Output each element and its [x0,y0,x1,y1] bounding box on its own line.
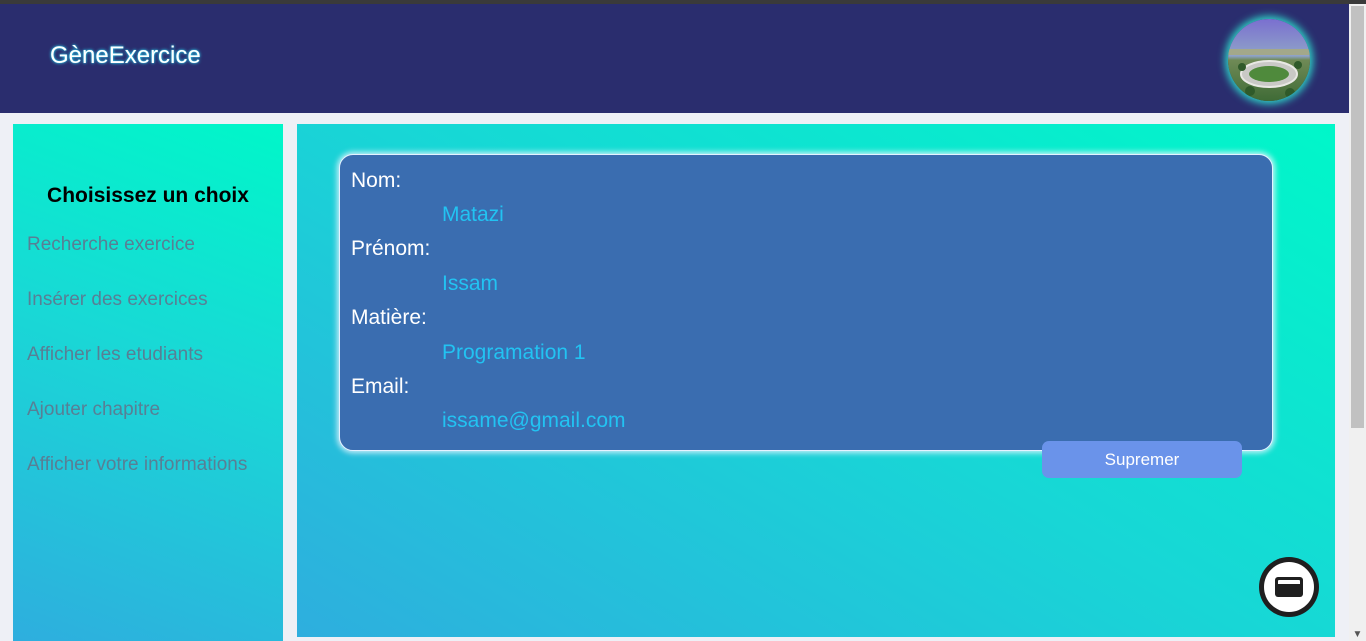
sidebar-item-inserer-exercices[interactable]: Insérer des exercices [27,289,208,311]
delete-button[interactable]: Supremer [1042,441,1242,478]
mail-icon [1275,577,1303,597]
field-value-matiere: Programation 1 [442,341,586,364]
mail-button-inner [1264,562,1314,612]
sidebar-item-ajouter-chapitre[interactable]: Ajouter chapitre [27,399,160,421]
field-label-email: Email: [351,375,410,398]
field-value-nom: Matazi [442,203,504,226]
scrollbar-thumb[interactable] [1351,6,1364,428]
main-content: Nom: Matazi Prénom: Issam Matière: Progr… [297,124,1335,637]
sidebar-item-recherche-exercice[interactable]: Recherche exercice [27,234,195,256]
field-label-nom: Nom: [351,169,402,192]
page-scrollbar[interactable]: ▼ [1349,4,1366,641]
sidebar: Choisissez un choix Recherche exercice I… [13,124,283,641]
avatar-photo-icon [1228,19,1310,101]
scroll-down-arrow-icon[interactable]: ▼ [1352,629,1363,640]
avatar[interactable] [1228,19,1310,101]
field-label-matiere: Matière: [351,306,427,329]
mail-button[interactable] [1259,557,1319,617]
field-value-prenom: Issam [442,272,499,295]
sidebar-item-afficher-informations[interactable]: Afficher votre informations [27,454,247,476]
field-value-email: issame@gmail.com [442,409,626,432]
brand-title[interactable]: GèneExercice [50,42,201,70]
sidebar-item-afficher-etudiants[interactable]: Afficher les etudiants [27,344,203,366]
sidebar-title: Choisissez un choix [47,184,249,207]
profile-card: Nom: Matazi Prénom: Issam Matière: Progr… [339,154,1273,451]
field-label-prenom: Prénom: [351,237,431,260]
top-header: GèneExercice [0,4,1349,113]
